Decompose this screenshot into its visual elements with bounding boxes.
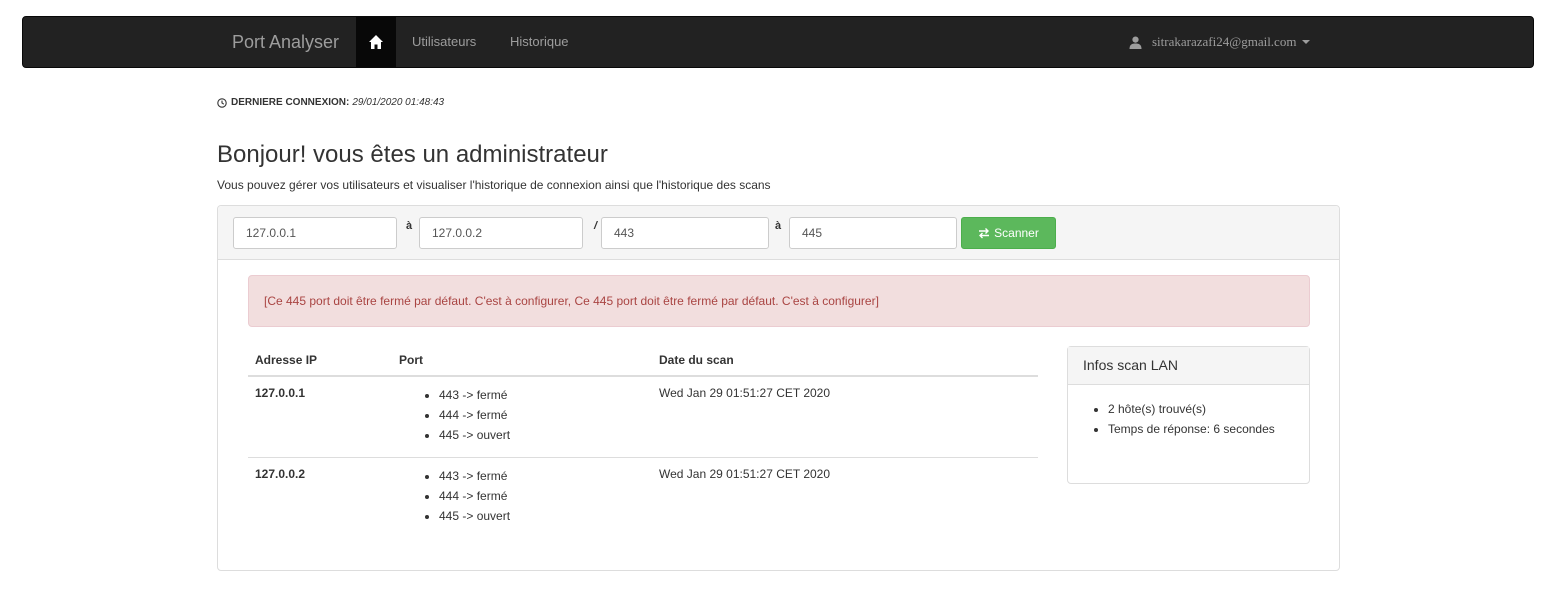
port-item: 443 -> fermé — [439, 466, 645, 486]
slash-separator: / — [594, 220, 598, 232]
port-start-input[interactable] — [601, 217, 769, 249]
table-row: 127.0.0.2 443 -> fermé 444 -> fermé 445 … — [248, 457, 1038, 538]
lan-info-title: Infos scan LAN — [1068, 347, 1309, 385]
row-ip: 127.0.0.1 — [255, 386, 306, 400]
alert-danger: [Ce 445 port doit être fermé par défaut.… — [248, 275, 1310, 327]
scan-panel: à / à Scanner [Ce 445 port doit être fer… — [217, 205, 1340, 571]
port-item: 444 -> fermé — [439, 405, 645, 425]
port-list: 443 -> fermé 444 -> fermé 445 -> ouvert — [399, 466, 645, 526]
row-date: Wed Jan 29 01:51:27 CET 2020 — [659, 386, 831, 400]
lan-info-list: 2 hôte(s) trouvé(s) Temps de réponse: 6 … — [1068, 385, 1309, 439]
clock-icon — [217, 97, 227, 108]
row-ports: 443 -> fermé 444 -> fermé 445 -> ouvert — [392, 457, 652, 538]
row-ip: 127.0.0.2 — [248, 457, 392, 538]
user-menu[interactable]: sitrakarazafi24@gmail.com — [1129, 17, 1311, 67]
last-connection-label: DERNIERE CONNEXION: — [231, 97, 350, 108]
table-row: 127.0.0.1 443 -> fermé 444 -> fermé 445 … — [248, 376, 1038, 458]
port-item: 445 -> ouvert — [439, 506, 645, 526]
port-item: 445 -> ouvert — [439, 425, 645, 445]
port-list: 443 -> fermé 444 -> fermé 445 -> ouvert — [399, 385, 645, 445]
port-item: 443 -> fermé — [439, 385, 645, 405]
home-icon — [369, 35, 383, 49]
page-subtitle: Vous pouvez gérer vos utilisateurs et vi… — [217, 178, 771, 192]
brand-link[interactable]: Port Analyser — [232, 17, 339, 67]
navbar: Port Analyser Utilisateurs Historique si… — [22, 16, 1534, 68]
lan-info-item: 2 hôte(s) trouvé(s) — [1108, 399, 1294, 419]
nav-users[interactable]: Utilisateurs — [412, 17, 476, 67]
port-end-input[interactable] — [789, 217, 957, 249]
results-table: Adresse IP Port Date du scan 127.0.0.1 4… — [248, 345, 1038, 538]
last-connection: DERNIERE CONNEXION: 29/01/2020 01:48:43 — [217, 97, 444, 108]
user-email: sitrakarazafi24@gmail.com — [1152, 34, 1297, 49]
exchange-icon — [979, 228, 990, 239]
ip-start-input[interactable] — [233, 217, 397, 249]
nav-home[interactable] — [356, 17, 396, 67]
user-icon — [1129, 36, 1142, 49]
table-header-row: Adresse IP Port Date du scan — [248, 345, 1038, 377]
lan-info-item: Temps de réponse: 6 secondes — [1108, 419, 1294, 439]
header-ip: Adresse IP — [248, 345, 392, 377]
nav-history[interactable]: Historique — [510, 17, 569, 67]
scan-form: à / à Scanner — [218, 206, 1339, 260]
port-item: 444 -> fermé — [439, 486, 645, 506]
row-date: Wed Jan 29 01:51:27 CET 2020 — [652, 457, 1038, 538]
ip-end-input[interactable] — [419, 217, 583, 249]
caret-down-icon — [1302, 40, 1311, 44]
last-connection-value: 29/01/2020 01:48:43 — [352, 97, 445, 108]
page-title: Bonjour! vous êtes un administrateur — [217, 141, 608, 168]
scan-button-label: Scanner — [994, 226, 1039, 240]
header-port: Port — [392, 345, 652, 377]
ip-range-separator: à — [406, 220, 413, 232]
scan-button[interactable]: Scanner — [961, 217, 1056, 249]
port-range-separator: à — [775, 220, 782, 232]
header-date: Date du scan — [652, 345, 1038, 377]
lan-info-panel: Infos scan LAN 2 hôte(s) trouvé(s) Temps… — [1067, 346, 1310, 484]
row-ports: 443 -> fermé 444 -> fermé 445 -> ouvert — [392, 376, 652, 458]
